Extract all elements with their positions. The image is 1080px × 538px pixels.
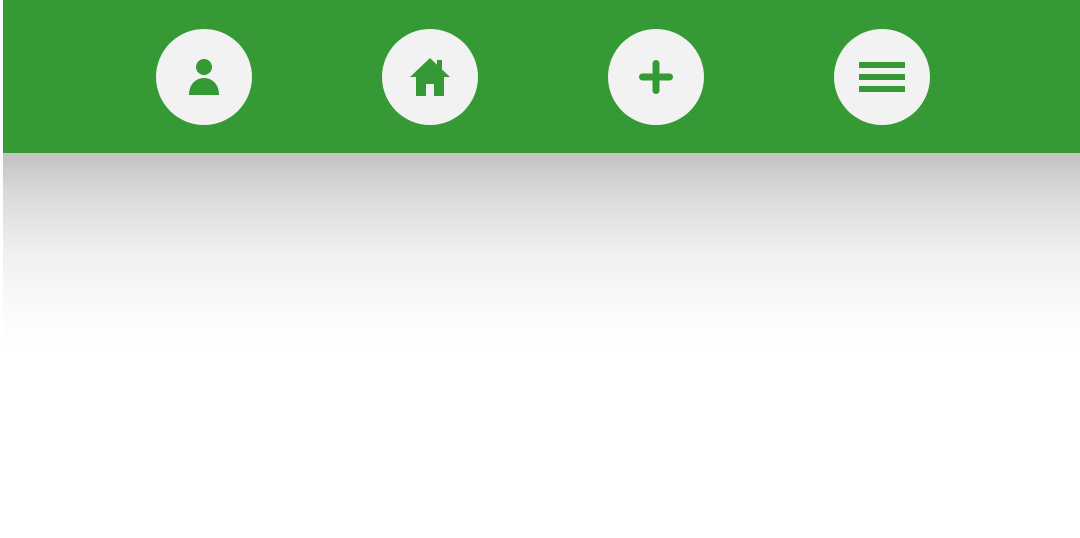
plus-icon bbox=[639, 60, 673, 94]
person-icon bbox=[189, 59, 219, 95]
nav-bar-shadow bbox=[3, 153, 1080, 353]
menu-button[interactable] bbox=[834, 29, 930, 125]
home-button[interactable] bbox=[382, 29, 478, 125]
add-button[interactable] bbox=[608, 29, 704, 125]
left-edge-strip bbox=[0, 0, 3, 538]
profile-button[interactable] bbox=[156, 29, 252, 125]
hamburger-menu-icon bbox=[859, 62, 905, 92]
home-icon bbox=[410, 58, 450, 96]
top-navigation-bar bbox=[3, 0, 1080, 153]
app-screen bbox=[0, 0, 1080, 538]
